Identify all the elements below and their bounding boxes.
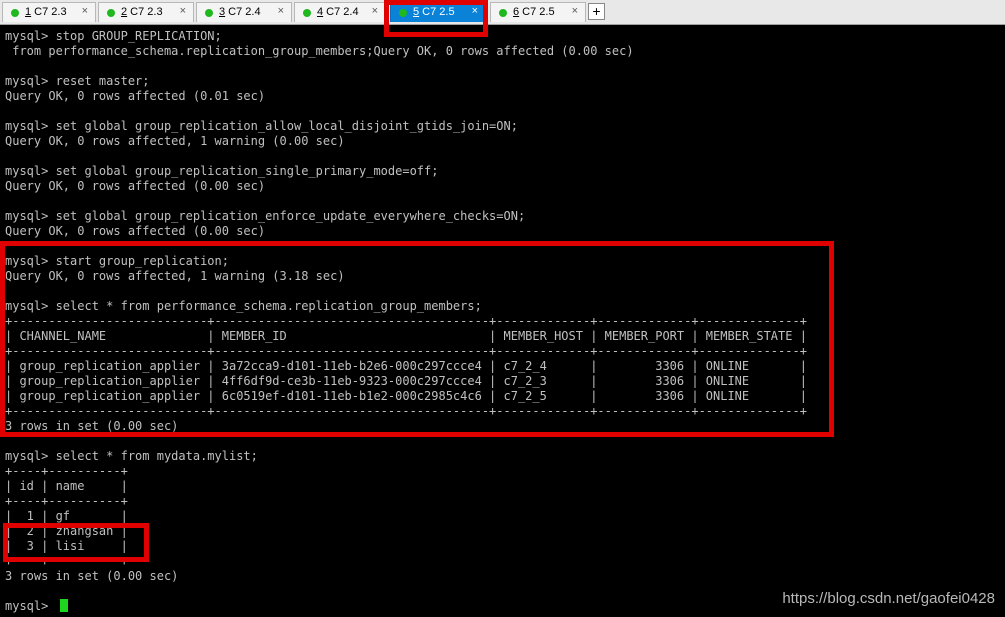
terminal-line: mysql> reset master; [5, 74, 150, 89]
close-icon[interactable]: × [278, 5, 284, 17]
terminal-line-text: mysql> stop GROUP_REPLICATION; [5, 29, 222, 43]
terminal-line-text: Query OK, 0 rows affected, 1 warning (0.… [5, 134, 345, 148]
terminal-line-text: mysql> set global group_replication_sing… [5, 164, 439, 178]
close-icon[interactable]: × [372, 5, 378, 17]
terminal-line-text: +----+----------+ [5, 464, 128, 478]
highlight-box-group-members [0, 241, 834, 437]
tab-2[interactable]: 2 C7 2.3 × [98, 2, 194, 22]
terminal-line: from performance_schema.replication_grou… [5, 44, 634, 59]
tab-label: 1 C7 2.3 [25, 6, 67, 18]
terminal-line-text: mysql> set global group_replication_enfo… [5, 209, 526, 223]
terminal-line-text: mysql> [5, 599, 56, 613]
terminal-line: +----+----------+ [5, 464, 128, 479]
status-dot-icon [11, 9, 19, 17]
highlight-box-active-tab [384, 0, 488, 37]
terminal-line: mysql> set global group_replication_allo… [5, 119, 518, 134]
terminal-line: mysql> select * from mydata.mylist; [5, 449, 258, 464]
terminal-line-text: Query OK, 0 rows affected (0.00 sec) [5, 224, 266, 238]
close-icon[interactable]: × [180, 5, 186, 17]
terminal-line: mysql> set global group_replication_sing… [5, 164, 438, 179]
tab-label: 6 C7 2.5 [513, 6, 555, 18]
terminal-line-text: mysql> select * from mydata.mylist; [5, 449, 258, 463]
terminal-line-text: mysql> reset master; [5, 74, 150, 88]
new-tab-button[interactable]: + [588, 3, 605, 20]
tab-bar: 1 C7 2.3 × 2 C7 2.3 × 3 C7 2.4 × 4 C7 2.… [0, 0, 1005, 25]
tab-label: 2 C7 2.3 [121, 6, 163, 18]
tab-label: 4 C7 2.4 [317, 6, 359, 18]
tab-label: 3 C7 2.4 [219, 6, 261, 18]
terminal-line-text: | 1 | gf | [5, 509, 128, 523]
terminal-line: Query OK, 0 rows affected (0.00 sec) [5, 224, 265, 239]
watermark: https://blog.csdn.net/gaofei0428 [782, 590, 995, 607]
status-dot-icon [205, 9, 213, 17]
terminal-line: mysql> stop GROUP_REPLICATION; [5, 29, 222, 44]
highlight-box-row-lisi [3, 523, 149, 562]
terminal-line: Query OK, 0 rows affected (0.00 sec) [5, 179, 265, 194]
terminal-line: Query OK, 0 rows affected (0.01 sec) [5, 89, 265, 104]
terminal-line: Query OK, 0 rows affected, 1 warning (0.… [5, 134, 345, 149]
tab-4[interactable]: 4 C7 2.4 × [294, 2, 386, 22]
terminal-line: | 1 | gf | [5, 509, 128, 524]
terminal-line-text: 3 rows in set (0.00 sec) [5, 569, 179, 583]
terminal-line-text: Query OK, 0 rows affected (0.00 sec) [5, 179, 266, 193]
tab-6[interactable]: 6 C7 2.5 × [490, 2, 586, 22]
tab-3[interactable]: 3 C7 2.4 × [196, 2, 292, 22]
status-dot-icon [107, 9, 115, 17]
status-dot-icon [499, 9, 507, 17]
terminal-line-text: Query OK, 0 rows affected (0.01 sec) [5, 89, 266, 103]
terminal-line-text: from performance_schema.replication_grou… [5, 44, 634, 58]
terminal-line-text: +----+----------+ [5, 494, 128, 508]
tab-1[interactable]: 1 C7 2.3 × [2, 2, 96, 22]
terminal-line: 3 rows in set (0.00 sec) [5, 569, 178, 584]
close-icon[interactable]: × [82, 5, 88, 17]
cursor [59, 599, 68, 612]
status-dot-icon [303, 9, 311, 17]
terminal-line-text: mysql> set global group_replication_allo… [5, 119, 518, 133]
terminal-line: +----+----------+ [5, 494, 128, 509]
terminal-line: mysql> set global group_replication_enfo… [5, 209, 525, 224]
terminal-line: mysql> [5, 599, 68, 614]
terminal-line-text: | id | name | [5, 479, 128, 493]
terminal-line: | id | name | [5, 479, 128, 494]
close-icon[interactable]: × [572, 5, 578, 17]
